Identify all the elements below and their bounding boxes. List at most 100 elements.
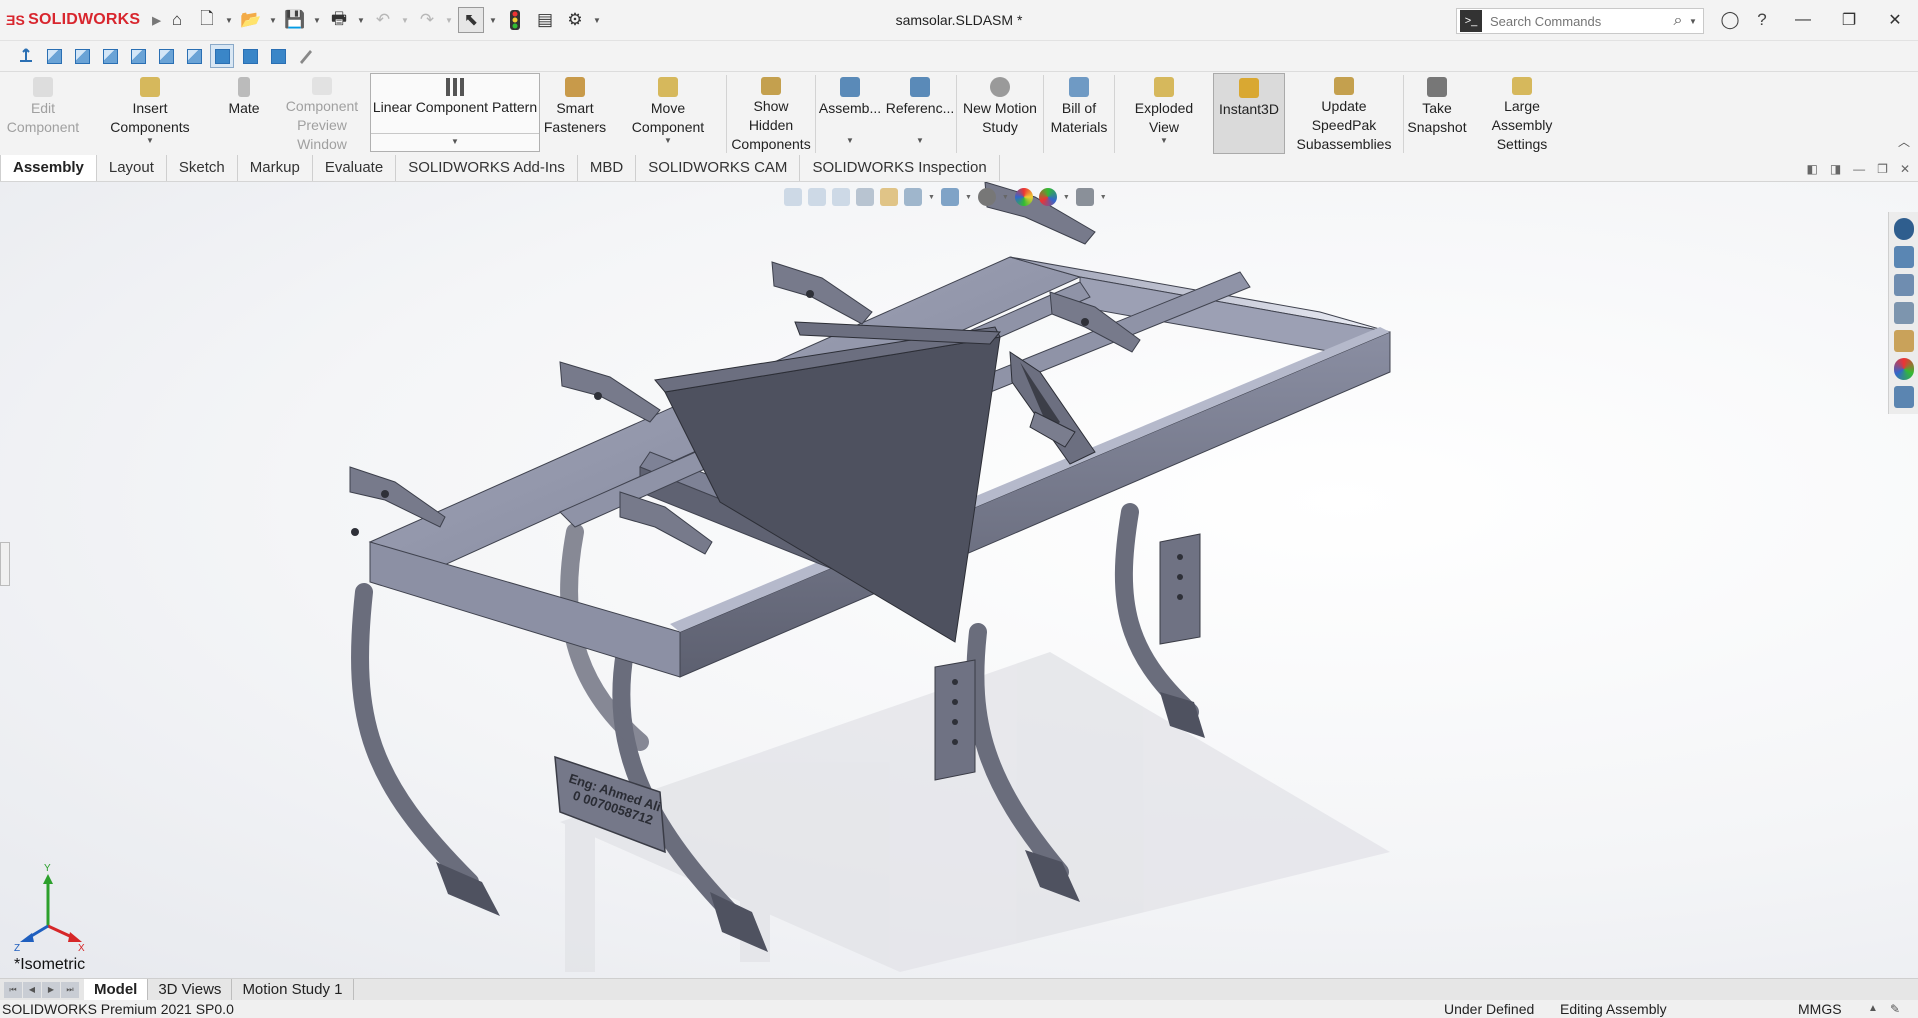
- move-component-dropdown-icon[interactable]: ▼: [664, 131, 672, 150]
- tab-addins[interactable]: SOLIDWORKS Add-Ins: [396, 155, 578, 181]
- close-icon[interactable]: ✕: [1872, 0, 1918, 40]
- custom-properties-icon[interactable]: [1893, 386, 1914, 408]
- tab-mbd[interactable]: MBD: [578, 155, 637, 181]
- search-icon[interactable]: ⌕: [1667, 12, 1689, 30]
- tab-markup[interactable]: Markup: [238, 155, 313, 181]
- left-view-icon[interactable]: [98, 44, 122, 68]
- home-icon[interactable]: ⌂: [164, 7, 190, 33]
- home-pane-icon[interactable]: [1893, 246, 1914, 268]
- open-dropdown-icon[interactable]: ▼: [268, 16, 278, 25]
- doc-close-icon[interactable]: ✕: [1900, 162, 1910, 176]
- traffic-light-icon[interactable]: [502, 7, 528, 33]
- section-view-icon[interactable]: [856, 188, 874, 206]
- instant3d-button[interactable]: Instant3D: [1213, 73, 1285, 154]
- right-view-icon[interactable]: [126, 44, 150, 68]
- view-settings-dropdown-icon[interactable]: ▼: [1100, 194, 1107, 201]
- open-folder-icon[interactable]: 📂: [238, 7, 264, 33]
- doc-minimize-icon[interactable]: —: [1853, 162, 1865, 176]
- feature-manager-flyout-handle[interactable]: [0, 542, 10, 586]
- restore-icon[interactable]: ❐: [1826, 0, 1872, 40]
- file-explorer-icon[interactable]: [1893, 302, 1914, 324]
- hide-show-items-icon[interactable]: [977, 188, 996, 206]
- display-style-dropdown-icon[interactable]: ▼: [965, 194, 972, 201]
- tab-cam[interactable]: SOLIDWORKS CAM: [636, 155, 801, 181]
- insert-components-dropdown-icon[interactable]: ▼: [146, 131, 154, 150]
- tab-assembly[interactable]: Assembly: [0, 155, 97, 181]
- undo-dropdown-icon[interactable]: ▼: [400, 16, 410, 25]
- first-tab-icon[interactable]: ⏮: [4, 981, 22, 998]
- status-units[interactable]: MMGS: [1798, 1000, 1842, 1018]
- design-library-icon[interactable]: [1893, 274, 1914, 296]
- tab-3d-views[interactable]: 3D Views: [148, 979, 233, 1000]
- view-palette-icon[interactable]: [1893, 330, 1914, 352]
- assembly-features-button[interactable]: Assemb... ▼: [816, 73, 884, 154]
- isometric-view-icon[interactable]: [210, 44, 234, 68]
- panel-left-icon[interactable]: ◧: [1806, 162, 1817, 176]
- tab-motion-study-1[interactable]: Motion Study 1: [232, 979, 354, 1000]
- tab-layout[interactable]: Layout: [97, 155, 167, 181]
- view-orientation-icon[interactable]: [904, 188, 922, 206]
- user-account-icon[interactable]: ◯: [1716, 6, 1744, 34]
- insert-components-button[interactable]: Insert Components ▼: [86, 73, 214, 154]
- solidworks-logo[interactable]: ƎS SOLIDWORKS ▶: [0, 11, 161, 29]
- take-snapshot-button[interactable]: Take Snapshot: [1404, 73, 1470, 154]
- graphics-area[interactable]: Eng: Ahmed Ali 0 0070058712 ▼ ▼ ▼ ▼ ▼ Y …: [0, 182, 1918, 978]
- tab-sketch[interactable]: Sketch: [167, 155, 238, 181]
- prev-tab-icon[interactable]: ◀: [23, 981, 41, 998]
- reference-geometry-button[interactable]: Referenc... ▼: [884, 73, 956, 154]
- save-dropdown-icon[interactable]: ▼: [312, 16, 322, 25]
- file-properties-icon[interactable]: ▤: [532, 7, 558, 33]
- redo-icon[interactable]: ↷: [414, 7, 440, 33]
- bill-of-materials-button[interactable]: Bill of Materials: [1044, 73, 1114, 154]
- component-preview-window-button[interactable]: Component Preview Window: [274, 73, 370, 154]
- edit-component-button[interactable]: Edit Component: [0, 73, 86, 154]
- pen-markup-icon[interactable]: [294, 44, 318, 68]
- trimetric-view-icon[interactable]: [238, 44, 262, 68]
- show-hidden-components-button[interactable]: Show Hidden Components: [727, 73, 815, 154]
- display-style-icon[interactable]: [940, 188, 959, 206]
- search-dropdown-icon[interactable]: ▼: [1689, 17, 1703, 26]
- mate-button[interactable]: Mate: [214, 73, 274, 154]
- new-document-icon[interactable]: 🗋: [194, 7, 220, 33]
- last-tab-icon[interactable]: ⏭: [61, 981, 79, 998]
- gear-icon[interactable]: ⚙: [562, 7, 588, 33]
- tab-inspection[interactable]: SOLIDWORKS Inspection: [800, 155, 1000, 181]
- exploded-view-dropdown-icon[interactable]: ▼: [1160, 131, 1168, 150]
- doc-restore-icon[interactable]: ❐: [1877, 162, 1888, 176]
- appearances-icon[interactable]: [1893, 358, 1914, 380]
- quick-tips-icon[interactable]: ✎: [1890, 1000, 1900, 1018]
- hide-show-dropdown-icon[interactable]: ▼: [1002, 194, 1009, 201]
- update-speedpak-button[interactable]: Update SpeedPak Subassemblies: [1285, 73, 1403, 154]
- edit-appearance-icon[interactable]: [1014, 188, 1033, 206]
- top-view-icon[interactable]: [154, 44, 178, 68]
- move-component-button[interactable]: Move Component ▼: [610, 73, 726, 154]
- scene-dropdown-icon[interactable]: ▼: [1063, 194, 1070, 201]
- menu-flyout-icon[interactable]: ▶: [152, 14, 161, 27]
- undo-icon[interactable]: ↶: [370, 7, 396, 33]
- select-arrow-icon[interactable]: ⬉: [458, 7, 484, 33]
- select-dropdown-icon[interactable]: ▼: [488, 16, 498, 25]
- dimetric-view-icon[interactable]: [266, 44, 290, 68]
- front-view-icon[interactable]: [42, 44, 66, 68]
- view-orientation-dropdown-icon[interactable]: ▼: [928, 194, 935, 201]
- print-dropdown-icon[interactable]: ▼: [356, 16, 366, 25]
- dynamic-annotation-icon[interactable]: [880, 188, 898, 206]
- bottom-view-icon[interactable]: [182, 44, 206, 68]
- apply-scene-icon[interactable]: [1038, 188, 1057, 206]
- new-motion-study-button[interactable]: New Motion Study: [957, 73, 1043, 154]
- next-tab-icon[interactable]: ▶: [42, 981, 60, 998]
- large-assembly-settings-button[interactable]: Large Assembly Settings: [1470, 73, 1574, 154]
- new-dropdown-icon[interactable]: ▼: [224, 16, 234, 25]
- panel-right-icon[interactable]: ◨: [1830, 162, 1841, 176]
- help-icon[interactable]: ?: [1748, 6, 1776, 34]
- zoom-to-area-icon[interactable]: [808, 188, 826, 206]
- assembly-features-dropdown-icon[interactable]: ▼: [846, 131, 854, 150]
- search-commands-input[interactable]: [1482, 10, 1667, 32]
- previous-view-icon[interactable]: [832, 188, 850, 206]
- view-settings-icon[interactable]: [1075, 188, 1094, 206]
- options-dropdown-icon[interactable]: ▼: [592, 16, 602, 25]
- collapse-ribbon-icon[interactable]: ︿: [1898, 133, 1910, 150]
- solidworks-resources-icon[interactable]: [1893, 218, 1914, 240]
- smart-fasteners-button[interactable]: Smart Fasteners: [540, 73, 610, 154]
- back-view-icon[interactable]: [70, 44, 94, 68]
